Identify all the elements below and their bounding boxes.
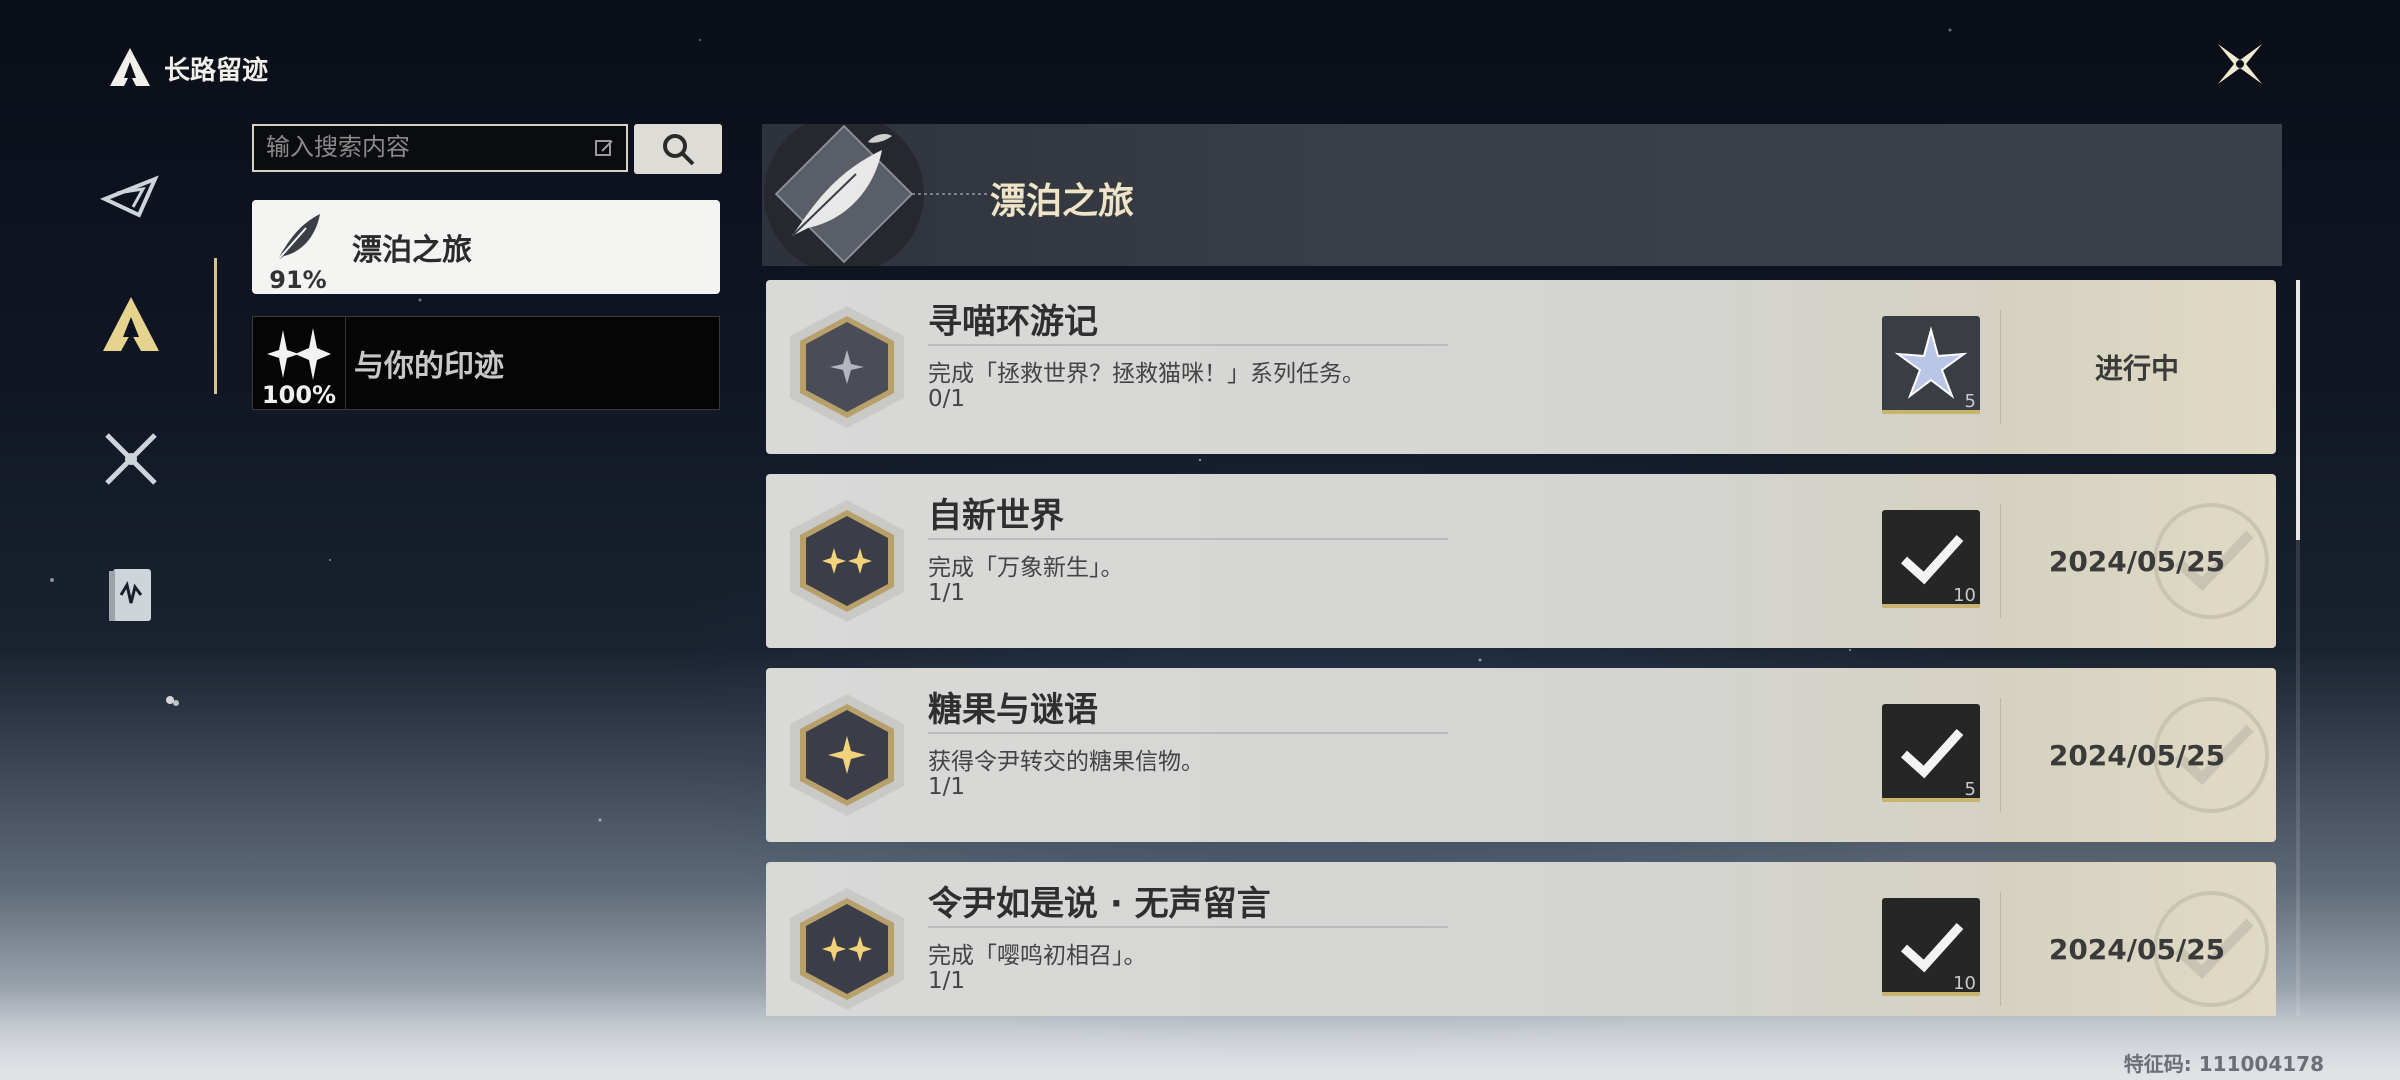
feather-icon: [275, 214, 320, 263]
scrollbar-thumb[interactable]: [2296, 280, 2300, 540]
achievement-status: 进行中: [2002, 280, 2272, 454]
sparkle-icon: [267, 328, 331, 380]
achievement-list: 寻喵环游记 完成「拯救世界？拯救猫咪！」系列任务。 0/1 5 进行中 自新世界…: [766, 280, 2278, 1016]
title-underline: [928, 344, 1448, 346]
reward-quantity: 10: [1953, 585, 1976, 606]
title-underline: [928, 732, 1448, 734]
search-button[interactable]: [634, 124, 722, 174]
rail-active-indicator: [214, 258, 217, 394]
achievement-progress: 1/1: [928, 968, 966, 994]
achievement-name: 令尹如是说 · 无声留言: [928, 884, 1271, 924]
rail-item-battle[interactable]: [92, 420, 170, 498]
reward-rarity-bar: [1882, 992, 1980, 996]
reward-item[interactable]: 5: [1882, 316, 1980, 414]
status-date: 2024/05/25: [2048, 932, 2226, 966]
rail-item-long-road[interactable]: [92, 286, 170, 364]
reward-quantity: 5: [1964, 779, 1976, 800]
feature-code: 特征码: 111004178: [2123, 1052, 2324, 1076]
hexagon-gold-star-badge-icon: [790, 694, 904, 816]
close-button[interactable]: [2210, 34, 2270, 94]
achievement-description: 获得令尹转交的糖果信物。: [928, 749, 1204, 775]
hexagon-two-stars-badge-icon: [790, 500, 904, 622]
category-label: 与你的印迹: [354, 349, 504, 384]
rail-item-records[interactable]: [92, 556, 170, 634]
search-icon: [663, 134, 695, 166]
title-underline: [928, 538, 1448, 540]
category-title: 漂泊之旅: [990, 181, 1135, 222]
long-road-icon: [103, 297, 159, 351]
achievement-progress: 1/1: [928, 774, 966, 800]
achievement-description: 完成「嘤鸣初相召」。: [928, 943, 1147, 969]
rail-item-overview[interactable]: [92, 152, 170, 230]
category-percent: 91%: [269, 266, 327, 294]
reward-rarity-bar: [1882, 798, 1980, 802]
reward-quantity: 10: [1953, 973, 1976, 994]
achievement-status: 2024/05/25: [2002, 668, 2272, 842]
search-input[interactable]: [254, 133, 594, 163]
achievement-description: 完成「拯救世界？拯救猫咪！」系列任务。: [928, 361, 1365, 387]
triangle-swirl-icon: [99, 175, 159, 218]
achievement-name: 糖果与谜语: [928, 690, 1098, 730]
search-field[interactable]: [252, 124, 628, 172]
reward-quantity: 5: [1964, 391, 1976, 412]
reward-item[interactable]: 10: [1882, 510, 1980, 608]
divider: [2000, 504, 2001, 618]
long-road-logo-icon: [110, 48, 150, 86]
achievement-row[interactable]: 寻喵环游记 完成「拯救世界？拯救猫咪！」系列任务。 0/1 5 进行中: [766, 280, 2276, 454]
status-text: 进行中: [2094, 352, 2179, 385]
achievement-progress: 0/1: [928, 386, 966, 412]
reward-item[interactable]: 5: [1882, 704, 1980, 802]
category-icon-cell: 100%: [253, 317, 346, 409]
achievement-status: 2024/05/25: [2002, 862, 2272, 1016]
achievement-row[interactable]: 令尹如是说 · 无声留言 完成「嘤鸣初相召」。 1/1 10 2024/05/2…: [766, 862, 2276, 1016]
reward-rarity-bar: [1882, 410, 1980, 414]
divider: [2000, 310, 2001, 424]
feather-emblem-icon: [764, 124, 987, 266]
category-percent: 100%: [261, 381, 337, 409]
category-wandering-journey[interactable]: 91% 漂泊之旅: [252, 200, 720, 294]
reward-item[interactable]: 10: [1882, 898, 1980, 996]
page-title: 长路留迹: [164, 55, 269, 86]
reward-rarity-bar: [1882, 604, 1980, 608]
title-underline: [928, 926, 1448, 928]
status-date: 2024/05/25: [2048, 544, 2226, 578]
achievement-name: 自新世界: [928, 496, 1064, 536]
status-date: 2024/05/25: [2048, 738, 2226, 772]
category-header: 漂泊之旅: [762, 124, 2282, 266]
achievement-row[interactable]: 自新世界 完成「万象新生」。 1/1 10 2024/05/25: [766, 474, 2276, 648]
category-label: 漂泊之旅: [352, 233, 472, 268]
page-header: 长路留迹: [106, 44, 268, 92]
crossed-swords-icon: [105, 433, 157, 485]
edit-icon: [595, 140, 613, 156]
achievement-progress: 1/1: [928, 580, 966, 606]
achievement-name: 寻喵环游记: [928, 302, 1098, 342]
category-your-traces[interactable]: 100% 与你的印迹: [252, 316, 720, 410]
divider: [2000, 698, 2001, 812]
achievement-status: 2024/05/25: [2002, 474, 2272, 648]
achievement-description: 完成「万象新生」。: [928, 555, 1124, 581]
hexagon-star-badge-icon: [790, 306, 904, 428]
achievement-row[interactable]: 糖果与谜语 获得令尹转交的糖果信物。 1/1 5 2024/05/25: [766, 668, 2276, 842]
category-icon-cell: 91%: [252, 200, 344, 294]
hexagon-two-stars-badge-icon: [790, 888, 904, 1010]
divider: [2000, 892, 2001, 1006]
book-icon: [109, 569, 151, 621]
close-icon: [2218, 44, 2262, 84]
